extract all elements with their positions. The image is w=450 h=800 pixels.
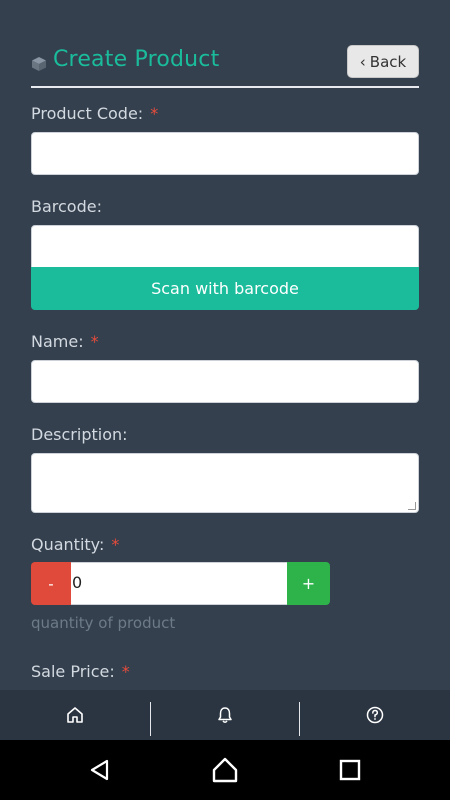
description-textarea[interactable]	[31, 453, 419, 513]
page-title: Create Product	[53, 47, 220, 72]
decrement-button[interactable]: -	[31, 562, 71, 605]
barcode-label: Barcode:	[31, 197, 102, 216]
back-button-label: Back	[369, 52, 407, 71]
required-mark: *	[121, 662, 130, 681]
product-code-input[interactable]	[31, 132, 419, 175]
sale-price-label: Sale Price: *	[31, 662, 130, 681]
required-mark: *	[111, 535, 120, 554]
chevron-left-icon: ‹	[359, 52, 366, 71]
tab-notifications[interactable]	[150, 690, 300, 740]
box-icon	[31, 56, 47, 72]
home-circle-icon	[212, 757, 238, 783]
home-icon	[67, 707, 83, 723]
page-header: Create Product ‹ Back	[31, 44, 419, 88]
back-button[interactable]: ‹ Back	[347, 45, 419, 78]
tab-help[interactable]	[300, 690, 450, 740]
scan-barcode-button[interactable]: Scan with barcode	[31, 267, 419, 310]
bottom-tab-bar	[0, 690, 450, 740]
name-label: Name: *	[31, 332, 99, 351]
required-mark: *	[90, 332, 99, 351]
system-back-button[interactable]	[60, 740, 140, 800]
system-recents-button[interactable]	[310, 740, 390, 800]
resize-handle-icon[interactable]	[408, 502, 416, 510]
quantity-label: Quantity: *	[31, 535, 120, 554]
tab-home[interactable]	[0, 690, 150, 740]
bell-icon	[218, 707, 232, 723]
barcode-input[interactable]	[31, 225, 419, 268]
back-triangle-icon	[90, 759, 109, 781]
quantity-input[interactable]: 0	[71, 562, 287, 605]
quantity-stepper: - 0 +	[31, 562, 330, 605]
required-mark: *	[150, 104, 159, 123]
system-home-button[interactable]	[185, 740, 265, 800]
description-label: Description:	[31, 425, 128, 444]
name-input[interactable]	[31, 360, 419, 403]
help-icon	[366, 706, 384, 724]
quantity-hint: quantity of product	[31, 614, 176, 632]
product-code-label: Product Code: *	[31, 104, 159, 123]
increment-button[interactable]: +	[287, 562, 330, 605]
recents-square-icon	[339, 759, 361, 781]
system-navigation-bar	[0, 740, 450, 800]
